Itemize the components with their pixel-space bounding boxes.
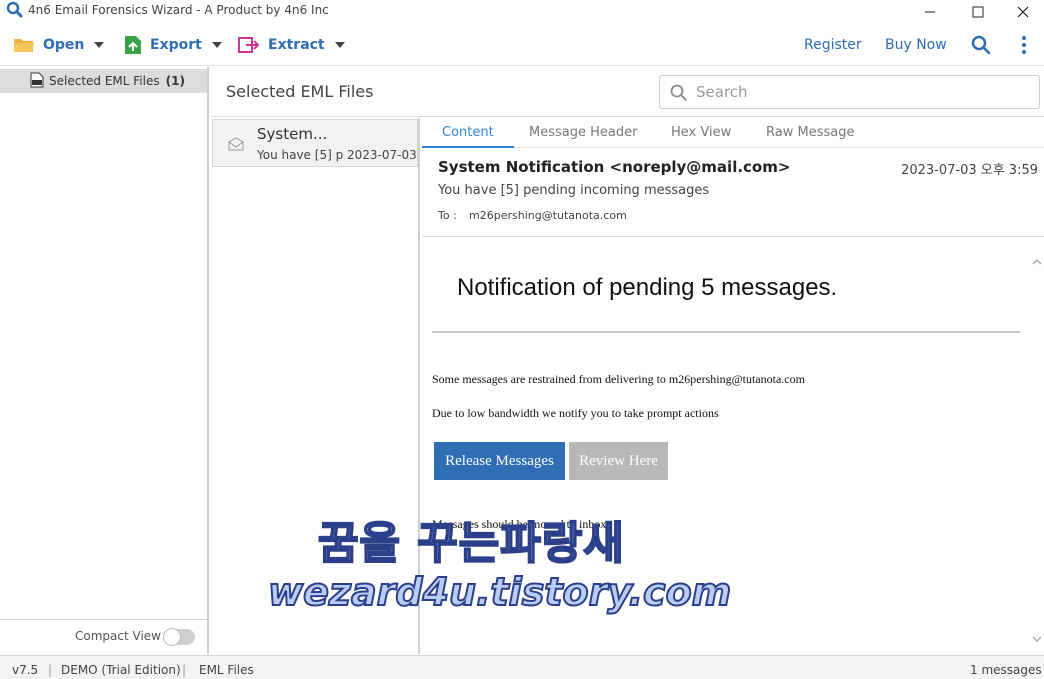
export-label: Export (150, 37, 202, 53)
extract-label: Extract (268, 37, 325, 53)
search-box[interactable] (659, 75, 1040, 109)
to-label: To : (438, 209, 457, 222)
folder-tree-panel: Selected EML Files (1) Compact View (0, 67, 209, 654)
preview-scrollbar[interactable] (1030, 238, 1044, 654)
message-date: 2023-07-03 오후 3:59 (901, 163, 1038, 178)
tab-hex-view[interactable]: Hex View (671, 125, 731, 140)
folder-icon (14, 39, 34, 52)
tree-item-label: Selected EML Files (49, 74, 160, 88)
status-edition: DEMO (Trial Edition) (61, 663, 181, 677)
body-line-1: Some messages are restrained from delive… (432, 372, 805, 386)
export-dropdown-icon (211, 42, 222, 48)
search-input[interactable] (696, 80, 1026, 104)
message-from: System Notification <noreply@mail.com> (438, 158, 791, 176)
tab-content[interactable]: Content (442, 125, 494, 140)
title-bar: 4n6 Email Forensics Wizard - A Product b… (0, 0, 1044, 24)
extract-button[interactable]: Extract (238, 32, 345, 58)
release-messages-button[interactable]: Release Messages (434, 442, 565, 480)
search-icon[interactable] (971, 35, 991, 59)
mail-date: 2023-07-03 (347, 148, 417, 162)
window-title: 4n6 Email Forensics Wizard - A Product b… (28, 3, 329, 17)
tab-message-header[interactable]: Message Header (529, 125, 637, 140)
scroll-down-icon[interactable] (1032, 628, 1042, 647)
to-value: m26pershing@tutanota.com (469, 209, 627, 222)
toolbar: Open Export Extract Register Buy Now (0, 24, 1044, 66)
more-options-icon[interactable] (1019, 35, 1029, 59)
compact-view-label: Compact View (75, 629, 161, 643)
scroll-up-icon[interactable] (1032, 250, 1042, 269)
extract-dropdown-icon (334, 42, 345, 48)
open-dropdown-icon (94, 42, 105, 48)
preview-tabs: Content Message Header Hex View Raw Mess… (422, 118, 1044, 148)
extract-icon (238, 37, 260, 53)
search-field-icon (670, 84, 687, 101)
export-icon (125, 36, 141, 54)
message-header: System Notification <noreply@mail.com> 2… (422, 149, 1044, 237)
status-version: v7.5 (12, 663, 39, 677)
tab-raw-message[interactable]: Raw Message (766, 125, 854, 140)
status-bar: v7.5 | DEMO (Trial Edition) | EML Files … (0, 655, 1044, 679)
watermark-korean: 꿈을 꾸는파랑새 (317, 517, 625, 570)
status-separator: | (48, 663, 53, 677)
export-button[interactable]: Export (124, 32, 222, 58)
list-heading: Selected EML Files (226, 82, 374, 101)
mail-subject: System... (257, 125, 328, 143)
review-here-button[interactable]: Review Here (569, 442, 668, 480)
compact-view-bar: Compact View (0, 619, 207, 653)
close-button[interactable] (1000, 0, 1044, 24)
body-line-2: Due to low bandwidth we notify you to ta… (432, 406, 719, 420)
maximize-button[interactable] (955, 0, 1001, 24)
eml-file-icon (30, 72, 44, 91)
status-separator: | (182, 663, 187, 677)
message-subject: You have [5] pending incoming messages (438, 183, 710, 198)
envelope-icon (228, 136, 244, 155)
compact-view-toggle[interactable] (163, 628, 195, 646)
tree-item-selected-eml-files[interactable]: Selected EML Files (1) (0, 69, 207, 93)
status-filetype: EML Files (199, 663, 254, 677)
body-divider (432, 331, 1020, 333)
active-tab-indicator (422, 146, 514, 148)
watermark-url: wezard4u.tistory.com (267, 569, 732, 615)
buy-now-link[interactable]: Buy Now (885, 37, 947, 53)
register-link[interactable]: Register (804, 37, 862, 53)
mail-snippet: You have [5] p (257, 148, 344, 162)
open-label: Open (43, 37, 85, 53)
minimize-button[interactable] (907, 0, 953, 24)
body-heading: Notification of pending 5 messages. (457, 274, 838, 301)
open-button[interactable]: Open (13, 32, 105, 58)
tree-item-count: (1) (165, 74, 185, 88)
status-message-count: 1 messages (970, 663, 1042, 677)
list-item[interactable]: System... You have [5] p 2023-07-03 (212, 119, 418, 167)
list-header: Selected EML Files (211, 67, 1044, 117)
app-search-icon (6, 1, 24, 19)
